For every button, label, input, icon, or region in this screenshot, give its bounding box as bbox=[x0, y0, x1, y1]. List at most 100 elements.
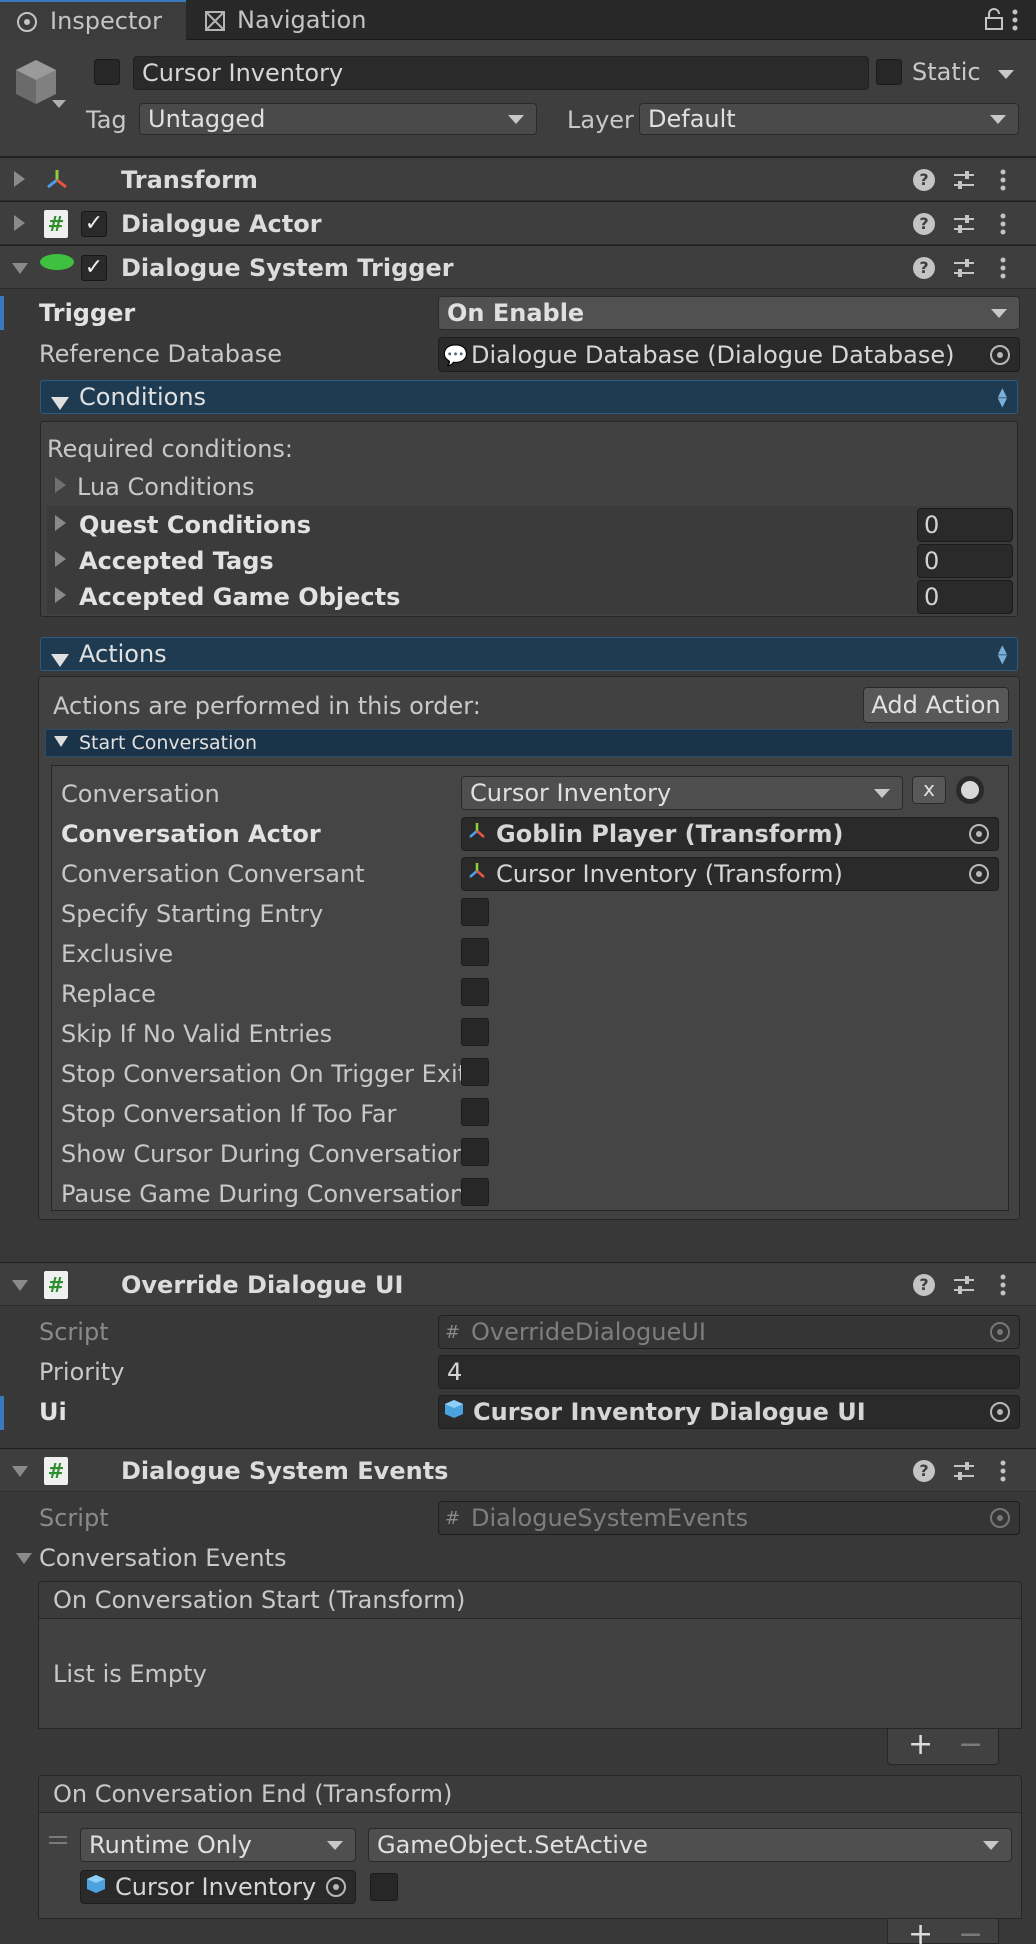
icon-dropdown-caret[interactable] bbox=[52, 100, 66, 108]
expand-arrow-icon[interactable] bbox=[55, 477, 66, 493]
collapse-arrow-icon[interactable] bbox=[16, 1553, 32, 1564]
replace-checkbox[interactable] bbox=[461, 978, 489, 1006]
help-icon[interactable]: ? bbox=[913, 1460, 935, 1482]
component-dialogue-actor-header[interactable]: # ✓ Dialogue Actor ? bbox=[0, 201, 1036, 245]
show-cursor-checkbox[interactable] bbox=[461, 1138, 489, 1166]
lock-icon[interactable] bbox=[984, 8, 1004, 30]
object-picker-icon[interactable] bbox=[969, 864, 989, 884]
skip-if-no-valid-entries-checkbox[interactable] bbox=[461, 1018, 489, 1046]
clear-conversation-button[interactable]: x bbox=[912, 776, 946, 804]
drag-handle-icon[interactable] bbox=[49, 1836, 67, 1844]
pause-game-checkbox[interactable] bbox=[461, 1178, 489, 1206]
context-menu-icon[interactable] bbox=[998, 212, 1008, 236]
menu-icon[interactable] bbox=[1010, 8, 1020, 32]
prefab-cube-icon bbox=[85, 1873, 115, 1901]
reorder-icon[interactable]: ▲ ▼ bbox=[998, 643, 1007, 665]
conversation-conversant-field[interactable]: Cursor Inventory (Transform) bbox=[461, 857, 999, 891]
collapse-arrow-icon[interactable] bbox=[12, 1466, 28, 1477]
gameobject-name-field[interactable]: Cursor Inventory bbox=[133, 56, 869, 90]
actions-order-text: Actions are performed in this order: bbox=[53, 692, 481, 720]
enabled-checkbox[interactable]: ✓ bbox=[81, 211, 107, 237]
help-icon[interactable]: ? bbox=[913, 1274, 935, 1296]
tab-inspector-label: Inspector bbox=[50, 7, 162, 35]
expand-arrow-icon[interactable] bbox=[14, 215, 25, 231]
conversation-actor-field[interactable]: Goblin Player (Transform) bbox=[461, 817, 999, 851]
chevron-down-icon bbox=[874, 789, 890, 798]
actions-foldout[interactable]: Actions ▲ ▼ bbox=[40, 637, 1018, 671]
add-action-button[interactable]: Add Action bbox=[863, 687, 1009, 723]
component-dialogue-system-trigger-header[interactable]: ✓ Dialogue System Trigger ? bbox=[0, 245, 1036, 289]
help-icon[interactable]: ? bbox=[913, 169, 935, 191]
tag-dropdown[interactable]: Untagged bbox=[139, 103, 537, 135]
presets-icon[interactable] bbox=[952, 212, 976, 236]
target-object-field[interactable]: Cursor Inventory bbox=[80, 1870, 356, 1904]
add-icon[interactable]: + bbox=[908, 1917, 933, 1944]
record-icon[interactable] bbox=[956, 776, 984, 804]
context-menu-icon[interactable] bbox=[998, 168, 1008, 192]
accepted-game-objects-label[interactable]: Accepted Game Objects bbox=[79, 583, 400, 611]
object-picker-icon[interactable] bbox=[969, 824, 989, 844]
context-menu-icon[interactable] bbox=[998, 1459, 1008, 1483]
reference-database-field[interactable]: 💬 Dialogue Database (Dialogue Database) bbox=[438, 337, 1020, 372]
component-title: Transform bbox=[121, 166, 258, 194]
presets-icon[interactable] bbox=[952, 256, 976, 280]
accepted-tags-count[interactable]: 0 bbox=[917, 544, 1013, 578]
start-event-footer: + − bbox=[887, 1727, 999, 1765]
add-icon[interactable]: + bbox=[908, 1727, 933, 1762]
lua-conditions-label[interactable]: Lua Conditions bbox=[77, 473, 255, 501]
collapse-arrow-icon[interactable] bbox=[12, 263, 28, 274]
quest-conditions-label[interactable]: Quest Conditions bbox=[79, 511, 311, 539]
object-picker-icon[interactable] bbox=[990, 344, 1010, 365]
component-title: Override Dialogue UI bbox=[121, 1271, 404, 1299]
conversation-events-label[interactable]: Conversation Events bbox=[39, 1544, 287, 1572]
component-override-dialogue-ui-header[interactable]: # Override Dialogue UI ? bbox=[0, 1262, 1036, 1306]
priority-field[interactable]: 4 bbox=[438, 1355, 1020, 1389]
component-dialogue-system-events-header[interactable]: # Dialogue System Events ? bbox=[0, 1448, 1036, 1492]
static-checkbox[interactable] bbox=[876, 59, 902, 85]
context-menu-icon[interactable] bbox=[998, 256, 1008, 280]
presets-icon[interactable] bbox=[952, 168, 976, 192]
conversation-conversant-label: Conversation Conversant bbox=[61, 860, 365, 888]
set-active-checkbox[interactable] bbox=[370, 1873, 398, 1901]
presets-icon[interactable] bbox=[952, 1459, 976, 1483]
stop-on-trigger-exit-checkbox[interactable] bbox=[461, 1058, 489, 1086]
expand-arrow-icon[interactable] bbox=[14, 171, 25, 187]
static-dropdown-caret[interactable] bbox=[998, 70, 1014, 79]
remove-icon[interactable]: − bbox=[958, 1917, 983, 1944]
function-dropdown[interactable]: GameObject.SetActive bbox=[368, 1828, 1012, 1862]
expand-arrow-icon[interactable] bbox=[55, 587, 66, 603]
collapse-arrow-icon bbox=[54, 736, 68, 747]
trigger-dropdown[interactable]: On Enable bbox=[438, 296, 1020, 330]
tab-inspector[interactable]: Inspector bbox=[0, 0, 186, 40]
runtime-dropdown[interactable]: Runtime Only bbox=[80, 1828, 356, 1862]
layer-dropdown[interactable]: Default bbox=[639, 103, 1019, 135]
accepted-tags-label[interactable]: Accepted Tags bbox=[79, 547, 274, 575]
context-menu-icon[interactable] bbox=[998, 1273, 1008, 1297]
reorder-icon[interactable]: ▲ ▼ bbox=[998, 386, 1007, 408]
quest-conditions-count[interactable]: 0 bbox=[917, 508, 1013, 542]
presets-icon[interactable] bbox=[952, 1273, 976, 1297]
tab-navigation[interactable]: Navigation bbox=[200, 0, 400, 40]
object-picker-icon[interactable] bbox=[990, 1402, 1010, 1422]
ui-field[interactable]: Cursor Inventory Dialogue UI bbox=[438, 1395, 1020, 1429]
object-picker-icon[interactable] bbox=[326, 1877, 346, 1897]
exclusive-checkbox[interactable] bbox=[461, 938, 489, 966]
collapse-arrow-icon[interactable] bbox=[12, 1280, 28, 1291]
specify-starting-entry-checkbox[interactable] bbox=[461, 898, 489, 926]
expand-arrow-icon[interactable] bbox=[55, 551, 66, 567]
help-icon[interactable]: ? bbox=[913, 213, 935, 235]
stop-if-too-far-checkbox[interactable] bbox=[461, 1098, 489, 1126]
static-label: Static bbox=[912, 58, 981, 86]
help-icon[interactable]: ? bbox=[913, 257, 935, 279]
enabled-checkbox[interactable]: ✓ bbox=[81, 255, 107, 281]
conversation-dropdown[interactable]: Cursor Inventory bbox=[461, 776, 903, 810]
component-transform-header[interactable]: Transform ? bbox=[0, 157, 1036, 201]
accepted-game-objects-count[interactable]: 0 bbox=[917, 580, 1013, 614]
conditions-foldout[interactable]: Conditions ▲ ▼ bbox=[40, 380, 1018, 414]
active-checkbox[interactable] bbox=[94, 59, 120, 85]
end-event-footer: + − bbox=[887, 1917, 999, 1944]
remove-icon[interactable]: − bbox=[958, 1727, 983, 1762]
expand-arrow-icon[interactable] bbox=[55, 515, 66, 531]
database-icon: 💬 bbox=[443, 342, 468, 367]
start-conversation-foldout[interactable]: Start Conversation bbox=[45, 729, 1013, 757]
